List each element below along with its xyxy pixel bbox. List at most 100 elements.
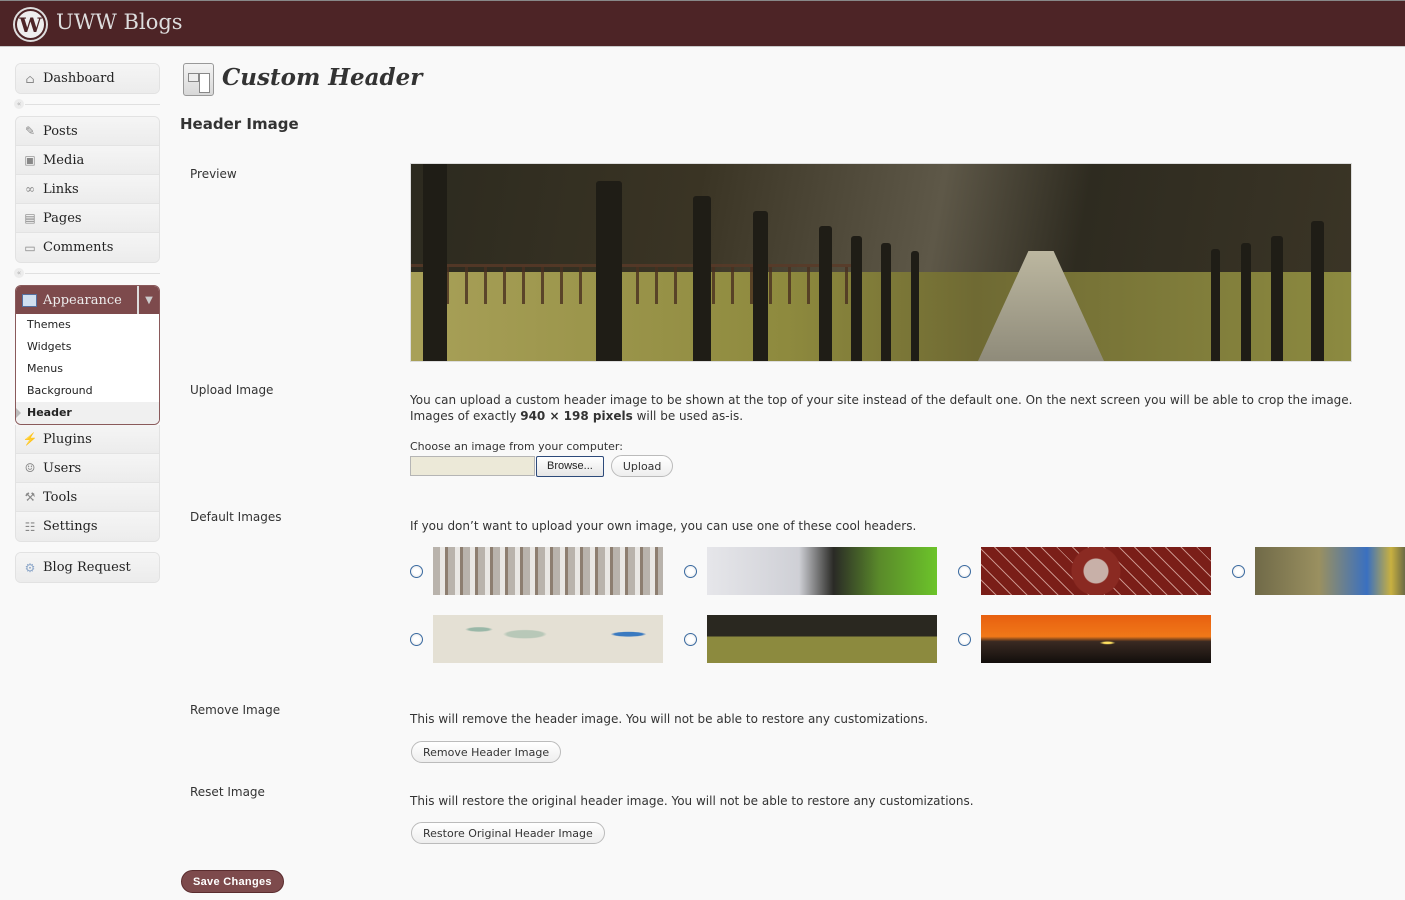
default-image-option[interactable] <box>684 547 937 595</box>
preview-tree <box>596 181 622 361</box>
menu-item-label: Appearance <box>43 292 122 308</box>
default-image-radio[interactable] <box>410 632 423 646</box>
remove-image-description: This will remove the header image. You w… <box>410 712 929 726</box>
comment-icon: ▭ <box>24 240 36 255</box>
upload-desc-prefix: Images of exactly <box>410 409 521 423</box>
save-changes-button[interactable]: Save Changes <box>181 870 284 893</box>
upload-desc-dimensions: 940 × 198 pixels <box>520 409 633 423</box>
menu-item-appearance[interactable]: Appearance ▼ <box>16 286 159 314</box>
preview-fence <box>411 264 851 304</box>
thumb-cherry-blossom[interactable] <box>707 547 937 595</box>
preview-tree <box>423 164 447 361</box>
menu-item-label: Users <box>43 460 82 476</box>
thumb-leaves[interactable] <box>1255 547 1405 595</box>
upload-label: Upload Image <box>190 383 274 397</box>
appearance-page-icon <box>183 63 214 96</box>
default-image-radio[interactable] <box>410 564 423 578</box>
default-image-option[interactable] <box>958 615 1211 663</box>
menu-item-settings[interactable]: ☷ Settings <box>16 512 159 541</box>
file-path-input[interactable] <box>410 456 535 476</box>
preview-label: Preview <box>190 167 237 181</box>
default-image-option[interactable] <box>958 547 1211 595</box>
pushpin-icon: ✎ <box>24 124 36 138</box>
menu-item-media[interactable]: ▣ Media <box>16 146 159 175</box>
reset-image-label: Reset Image <box>190 785 265 799</box>
choose-image-label: Choose an image from your computer: <box>410 440 623 453</box>
default-image-radio[interactable] <box>958 632 971 646</box>
submenu-item-themes[interactable]: Themes <box>16 314 159 336</box>
page-title: Custom Header <box>222 64 423 91</box>
thumb-snowy-forest[interactable] <box>433 547 663 595</box>
default-image-option[interactable] <box>1232 547 1405 595</box>
menu-item-label: Posts <box>43 123 78 139</box>
menu-group-dashboard: ⌂ Dashboard <box>15 63 160 94</box>
remove-header-image-button[interactable]: Remove Header Image <box>411 741 562 763</box>
menu-item-blog-request[interactable]: ⚙ Blog Request <box>16 553 159 582</box>
default-image-option[interactable] <box>410 547 663 595</box>
menu-separator: « <box>14 94 160 116</box>
submenu-item-menus[interactable]: Menus <box>16 358 159 380</box>
default-image-radio[interactable] <box>684 564 697 578</box>
menu-separator: « <box>14 263 160 285</box>
settings-icon: ☷ <box>24 519 36 534</box>
thumb-red-pattern[interactable] <box>981 547 1211 595</box>
submenu-item-background[interactable]: Background <box>16 380 159 402</box>
menu-item-comments[interactable]: ▭ Comments <box>16 233 159 262</box>
upload-desc-suffix: will be used as-is. <box>632 409 744 423</box>
preview-tree <box>1311 221 1324 361</box>
default-image-radio[interactable] <box>684 632 697 646</box>
default-images-description: If you don’t want to upload your own ima… <box>410 519 917 533</box>
thumb-tree-path[interactable] <box>707 615 937 663</box>
default-image-radio[interactable] <box>958 564 971 578</box>
collapse-icon[interactable]: « <box>14 99 24 109</box>
menu-group-admin: ⚡ Plugins ☺ Users ⚒ Tools ☷ Settings <box>15 425 160 542</box>
restore-original-header-button[interactable]: Restore Original Header Image <box>411 822 605 844</box>
menu-item-label: Plugins <box>43 431 92 447</box>
menu-item-users[interactable]: ☺ Users <box>16 454 159 483</box>
submenu-item-header[interactable]: Header <box>16 402 159 424</box>
admin-menu: ⌂ Dashboard « ✎ Posts ▣ Media ∞ Links ▤ Page… <box>14 63 160 583</box>
file-upload: Browse... Upload <box>410 455 674 477</box>
menu-item-pages[interactable]: ▤ Pages <box>16 204 159 233</box>
default-image-radio[interactable] <box>1232 564 1245 578</box>
menu-item-label: Links <box>43 181 79 197</box>
preview-tree <box>819 226 832 361</box>
browse-button[interactable]: Browse... <box>536 455 604 477</box>
admin-header: W UWW Blogs <box>0 0 1405 47</box>
default-image-option[interactable] <box>684 615 937 663</box>
upload-button[interactable]: Upload <box>610 455 674 477</box>
menu-item-dashboard[interactable]: ⌂ Dashboard <box>16 64 159 93</box>
menu-group-content: ✎ Posts ▣ Media ∞ Links ▤ Pages ▭ Comments <box>15 116 160 263</box>
default-image-option[interactable] <box>410 615 663 663</box>
collapse-icon[interactable]: « <box>14 268 24 278</box>
pages-icon: ▤ <box>24 211 36 225</box>
thumb-sunset[interactable] <box>981 615 1211 663</box>
preview-tree <box>1241 243 1251 361</box>
thumb-watercolor-wordpress[interactable] <box>433 615 663 663</box>
preview-tree <box>693 196 711 361</box>
upload-desc-line1: You can upload a custom header image to … <box>410 393 1353 407</box>
submenu-item-widgets[interactable]: Widgets <box>16 336 159 358</box>
media-icon: ▣ <box>24 153 36 167</box>
remove-image-label: Remove Image <box>190 703 281 717</box>
upload-description: You can upload a custom header image to … <box>410 392 1405 424</box>
appearance-icon <box>22 293 37 307</box>
wordpress-logo-icon[interactable]: W <box>15 9 46 40</box>
menu-item-label: Blog Request <box>43 560 131 575</box>
default-images-label: Default Images <box>190 510 282 524</box>
menu-item-links[interactable]: ∞ Links <box>16 175 159 204</box>
reset-image-description: This will restore the original header im… <box>410 794 974 808</box>
menu-item-label: Dashboard <box>43 71 115 86</box>
site-title[interactable]: UWW Blogs <box>56 10 183 34</box>
menu-item-tools[interactable]: ⚒ Tools <box>16 483 159 512</box>
gear-icon: ⚙ <box>24 560 36 575</box>
preview-tree <box>1211 249 1220 361</box>
menu-item-plugins[interactable]: ⚡ Plugins <box>16 425 159 454</box>
menu-item-label: Pages <box>43 210 82 226</box>
home-icon: ⌂ <box>25 71 35 86</box>
users-icon: ☺ <box>24 461 36 475</box>
plug-icon: ⚡ <box>22 432 38 446</box>
submenu-toggle-icon[interactable]: ▼ <box>137 286 159 314</box>
menu-item-posts[interactable]: ✎ Posts <box>16 117 159 146</box>
menu-item-label: Tools <box>43 489 78 505</box>
